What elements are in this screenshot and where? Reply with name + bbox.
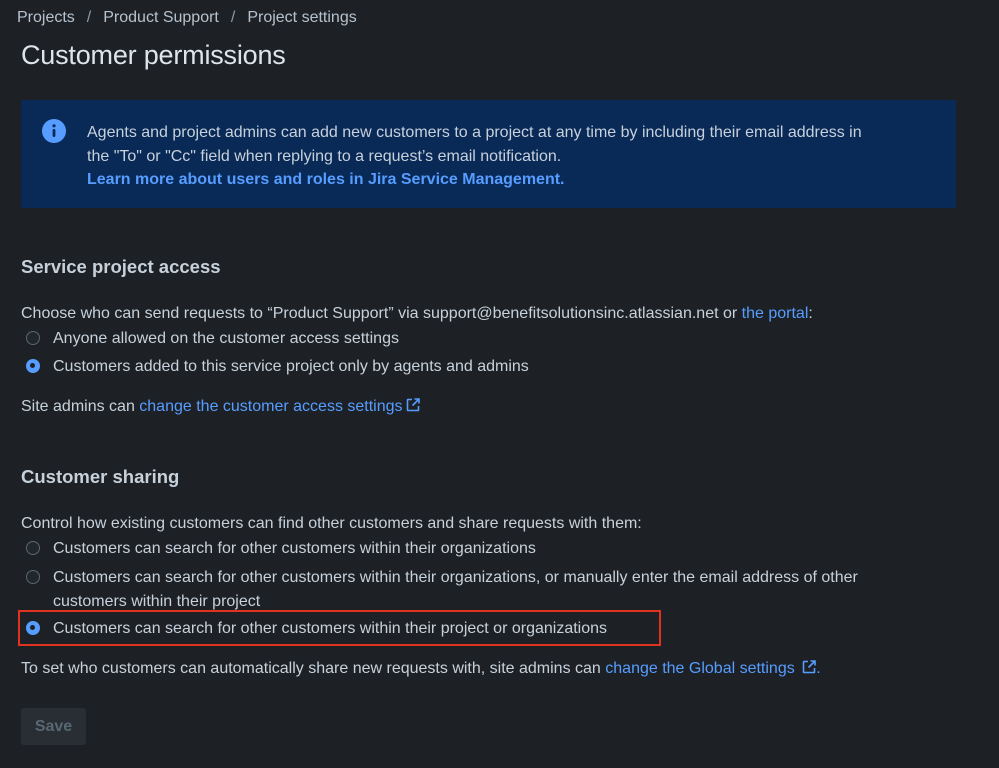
external-link-icon: [802, 660, 816, 674]
radio-customers-added[interactable]: [26, 359, 40, 373]
breadcrumb-product-support[interactable]: Product Support: [103, 9, 219, 27]
global-settings-prefix: To set who customers can automatically s…: [21, 660, 606, 677]
customer-access-settings-link[interactable]: change the customer access settings: [139, 398, 420, 415]
external-link-icon: [406, 398, 420, 412]
info-banner-line1: Agents and project admins can add new cu…: [87, 124, 862, 141]
radio-sharing-organizations[interactable]: [26, 541, 40, 555]
service-access-intro: Choose who can send requests to “Product…: [21, 302, 813, 326]
global-settings-link-text: change the Global settings: [605, 660, 795, 677]
radio-label: Customers can search for other customers…: [53, 540, 536, 557]
access-option-customers-added[interactable]: Customers added to this service project …: [26, 355, 529, 379]
site-admin-prefix: Site admins can: [21, 398, 140, 415]
sharing-option-organizations[interactable]: Customers can search for other customers…: [26, 537, 536, 561]
info-banner-line2: the "To" or "Cc" field when replying to …: [87, 147, 562, 165]
access-option-anyone[interactable]: Anyone allowed on the customer access se…: [26, 327, 399, 351]
info-icon: [42, 119, 66, 143]
page-title: Customer permissions: [21, 40, 286, 70]
highlight-box: [18, 610, 661, 646]
customer-access-settings-link-text: change the customer access settings: [139, 398, 403, 415]
global-settings-suffix: .: [816, 660, 821, 677]
breadcrumb-separator: /: [86, 9, 92, 26]
service-access-intro-text: Choose who can send requests to “Product…: [21, 305, 742, 322]
radio-label: Customers can search for other customers…: [53, 566, 858, 613]
site-admin-note: Site admins can change the customer acce…: [21, 395, 420, 419]
radio-sharing-manual-email[interactable]: [26, 570, 40, 584]
save-button[interactable]: Save: [21, 708, 86, 745]
info-banner: Agents and project admins can add new cu…: [21, 100, 956, 208]
radio-label-line1: Customers can search for other customers…: [53, 569, 858, 586]
radio-label: Customers added to this service project …: [53, 358, 529, 375]
portal-link[interactable]: the portal: [742, 305, 809, 322]
learn-more-link[interactable]: Learn more about users and roles in Jira…: [87, 171, 565, 188]
customer-sharing-intro: Control how existing customers can find …: [21, 515, 642, 532]
global-settings-note: To set who customers can automatically s…: [21, 657, 821, 681]
sharing-option-manual-email[interactable]: Customers can search for other customers…: [26, 566, 858, 613]
radio-anyone[interactable]: [26, 331, 40, 345]
breadcrumb-separator: /: [230, 9, 236, 26]
service-access-heading: Service project access: [21, 256, 221, 277]
breadcrumb-projects[interactable]: Projects: [17, 9, 75, 27]
radio-label-line2: customers within their project: [53, 592, 261, 610]
breadcrumb: Projects / Product Support / Project set…: [17, 9, 357, 27]
service-access-intro-suffix: :: [808, 305, 813, 322]
global-settings-link[interactable]: change the Global settings: [605, 660, 816, 677]
customer-sharing-heading: Customer sharing: [21, 466, 180, 487]
breadcrumb-project-settings[interactable]: Project settings: [247, 9, 356, 27]
radio-label: Anyone allowed on the customer access se…: [53, 330, 399, 347]
